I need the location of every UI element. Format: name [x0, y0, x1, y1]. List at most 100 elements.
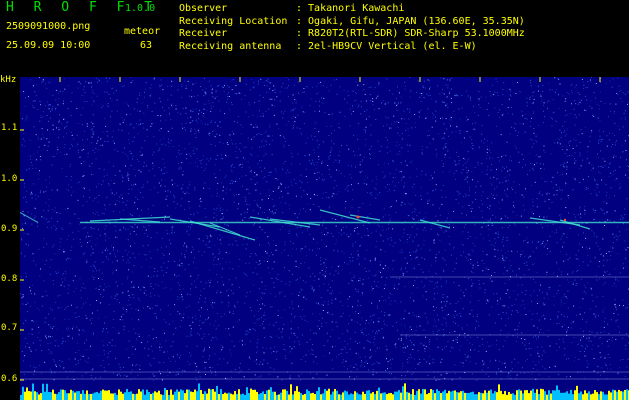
histogram-bar [254, 389, 256, 400]
meteor-head [563, 218, 567, 222]
histogram-bar [308, 391, 310, 400]
info-row-receiver: Receiver: R820T2(RTL-SDR) SDR-Sharp 53.1… [179, 28, 525, 39]
histogram-bar [398, 390, 400, 400]
histogram-bar [282, 389, 284, 400]
histogram-bar [368, 390, 370, 400]
histogram-bar [568, 393, 570, 400]
histogram-bar [396, 391, 398, 400]
histogram-bar [256, 391, 258, 400]
histogram-bar [576, 385, 578, 400]
histogram-bar [442, 391, 444, 400]
histogram-bar [94, 392, 96, 400]
histogram-bar [204, 391, 206, 400]
histogram-bar [400, 392, 402, 400]
histogram-bar [86, 390, 88, 400]
histogram-bar [258, 394, 260, 400]
histogram-bar [234, 391, 236, 400]
histogram-bar [452, 390, 454, 400]
histogram-bar [504, 391, 506, 400]
histogram-bar [60, 389, 62, 400]
histogram-bar [156, 392, 158, 400]
histogram-bar [82, 390, 84, 400]
histogram-bar [590, 394, 592, 400]
histogram-bar [294, 391, 296, 400]
y-tick-label: 1.0 [1, 174, 18, 184]
histogram-bar [108, 390, 110, 400]
histogram-bar [232, 394, 234, 400]
histogram-bar [340, 394, 342, 400]
histogram-bar [48, 391, 50, 400]
histogram-bar [262, 391, 264, 400]
histogram-bar [176, 389, 178, 400]
histogram-bar [210, 389, 212, 400]
histogram-bar [98, 393, 100, 400]
histogram-bar [392, 394, 394, 400]
histogram-bar [24, 391, 26, 400]
histogram-bar [342, 392, 344, 400]
histogram-bar [40, 393, 42, 400]
histogram-bar [214, 391, 216, 400]
histogram-bar [126, 389, 128, 400]
histogram-bar [300, 393, 302, 400]
histogram-bar [124, 392, 126, 400]
histogram-bar [110, 393, 112, 400]
histogram-bar [446, 393, 448, 400]
histogram-bar [118, 389, 120, 400]
histogram-bar [490, 389, 492, 400]
histogram-bar [604, 394, 606, 400]
histogram-bar [540, 388, 542, 400]
histogram-bar [456, 392, 458, 400]
histogram-bar [138, 389, 140, 400]
histogram-bar [160, 394, 162, 400]
histogram-bar [114, 392, 116, 400]
histogram-bar [530, 390, 532, 400]
histogram-bar [594, 390, 596, 400]
histogram-bar [46, 383, 48, 400]
histogram-bar [96, 391, 98, 400]
histogram-bar [372, 392, 374, 400]
histogram-bar [612, 389, 614, 400]
histogram-bar [536, 389, 538, 400]
histogram-bar [100, 390, 102, 400]
histogram-bar [198, 383, 200, 400]
histogram-bar [30, 391, 32, 400]
histogram-bar [64, 390, 66, 400]
histogram-bar [276, 394, 278, 400]
histogram-bar [514, 394, 516, 400]
histogram-bar [314, 393, 316, 400]
histogram-bar [512, 393, 514, 400]
histogram-bar [322, 393, 324, 400]
plot-background [20, 77, 629, 400]
histogram-bar [426, 394, 428, 400]
histogram-bar [292, 394, 294, 400]
histogram-bar [542, 389, 544, 400]
histogram-bar [464, 392, 466, 400]
histogram-bar [596, 392, 598, 400]
histogram-bar [520, 390, 522, 400]
histogram-bar [80, 393, 82, 400]
histogram-bar [50, 392, 52, 400]
histogram-bar [44, 391, 46, 400]
histogram-bar [280, 392, 282, 400]
histogram-bar [144, 394, 146, 400]
histogram-bar [84, 393, 86, 400]
histogram-bar [552, 390, 554, 400]
histogram-bar [574, 390, 576, 400]
histogram-bar [178, 391, 180, 400]
histogram-bar [388, 393, 390, 400]
histogram-bar [480, 392, 482, 400]
histogram-bar [610, 392, 612, 400]
histogram-bar [252, 389, 254, 400]
histogram-bar [416, 390, 418, 400]
histogram-bar [538, 394, 540, 400]
histogram-bar [364, 393, 366, 400]
histogram-bar [346, 391, 348, 400]
histogram-bar [166, 389, 168, 400]
histogram-bar [152, 392, 154, 400]
histogram-bar [172, 394, 174, 400]
histogram-bar [428, 393, 430, 400]
histogram-bar [260, 393, 262, 400]
histogram-bar [320, 394, 322, 400]
histogram-bar [606, 394, 608, 400]
histogram-bar [36, 392, 38, 400]
